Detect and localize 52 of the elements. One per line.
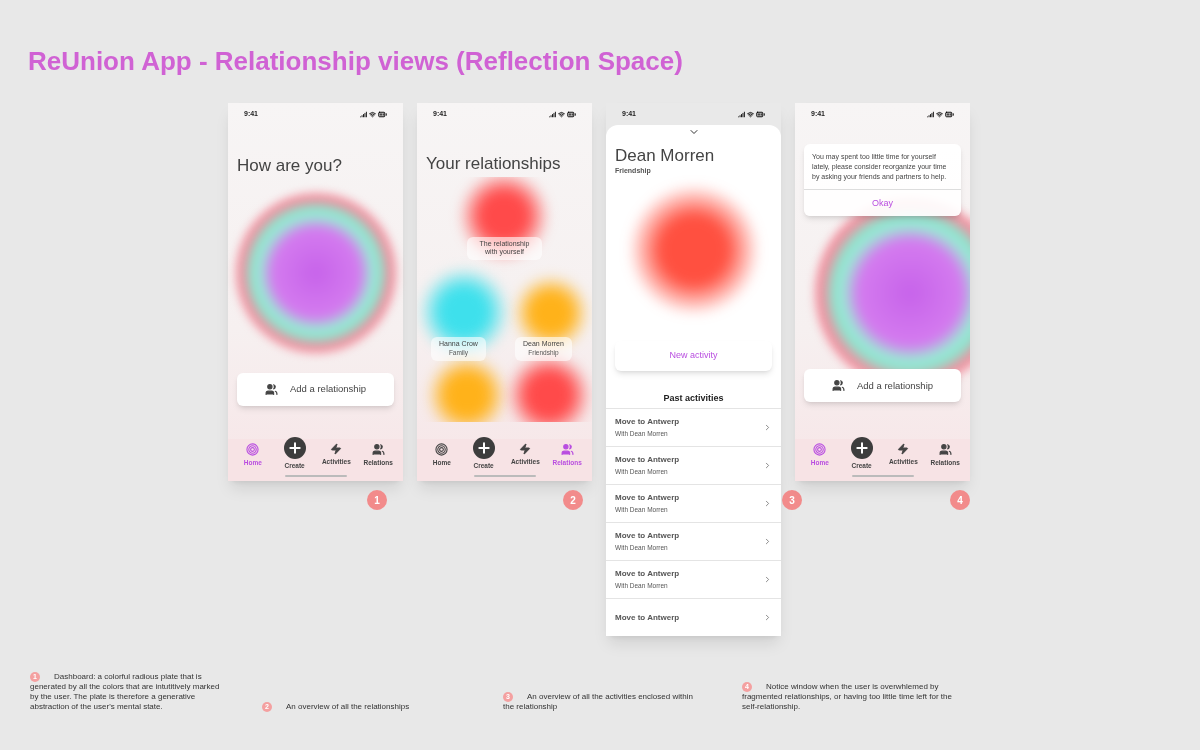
add-relationship-button[interactable]: Add a relationship [237, 372, 394, 406]
lightning-icon [897, 443, 910, 455]
activity-title: Move to Antwerp [615, 568, 681, 581]
chevron-right-icon [763, 499, 772, 508]
signal-icon [360, 110, 367, 118]
people-icon [264, 382, 278, 396]
battery-icon [945, 109, 954, 119]
plus-icon [850, 437, 873, 459]
add-relationship-button[interactable]: Add a relationship [804, 369, 961, 403]
section-heading: Past activities [662, 391, 725, 405]
chevron-right-icon [763, 537, 772, 546]
battery-icon [378, 109, 387, 119]
signal-icon [549, 110, 556, 118]
number-badge: 1 [367, 490, 387, 510]
people-icon [371, 443, 385, 456]
number-badge: 3 [782, 490, 802, 510]
number-badge: 2 [563, 490, 583, 510]
new-activity-button[interactable]: New activity [615, 340, 772, 371]
lightning-icon [519, 443, 532, 455]
lightning-icon [330, 443, 343, 455]
plus-icon [472, 437, 495, 459]
people-icon [831, 379, 845, 393]
target-icon [246, 443, 260, 456]
activity-title: Move to Antwerp [615, 416, 681, 429]
signal-icon [927, 110, 934, 118]
activity-title: Move to Antwerp [615, 530, 681, 543]
okay-button[interactable]: Okay [804, 189, 961, 217]
number-badge: 4 [950, 490, 970, 510]
screen-heading: How are you? [236, 155, 343, 177]
wifi-icon [558, 110, 565, 118]
signal-icon [738, 110, 745, 118]
people-icon [938, 443, 952, 456]
screen-heading: Your relationships [425, 153, 562, 175]
target-icon [435, 443, 449, 456]
battery-icon [567, 109, 576, 119]
activity-title: Move to Antwerp [615, 492, 681, 505]
target-icon [813, 443, 827, 456]
wifi-icon [936, 110, 943, 118]
battery-icon [756, 109, 765, 119]
chevron-right-icon [763, 575, 772, 584]
plus-icon [283, 437, 306, 459]
activity-title: Move to Antwerp [615, 454, 681, 467]
wifi-icon [747, 110, 754, 118]
chevron-right-icon [763, 461, 772, 470]
chevron-right-icon [763, 423, 772, 432]
activity-row[interactable]: Move to Antwerp [606, 598, 781, 636]
people-icon [560, 443, 574, 456]
screen-heading: Dean Morren [614, 145, 716, 167]
wifi-icon [369, 110, 376, 118]
chevron-right-icon [763, 613, 772, 622]
page-title: ReUnion App - Relationship views (Reflection Space) [28, 45, 684, 78]
activity-title: Move to Antwerp [615, 611, 681, 624]
